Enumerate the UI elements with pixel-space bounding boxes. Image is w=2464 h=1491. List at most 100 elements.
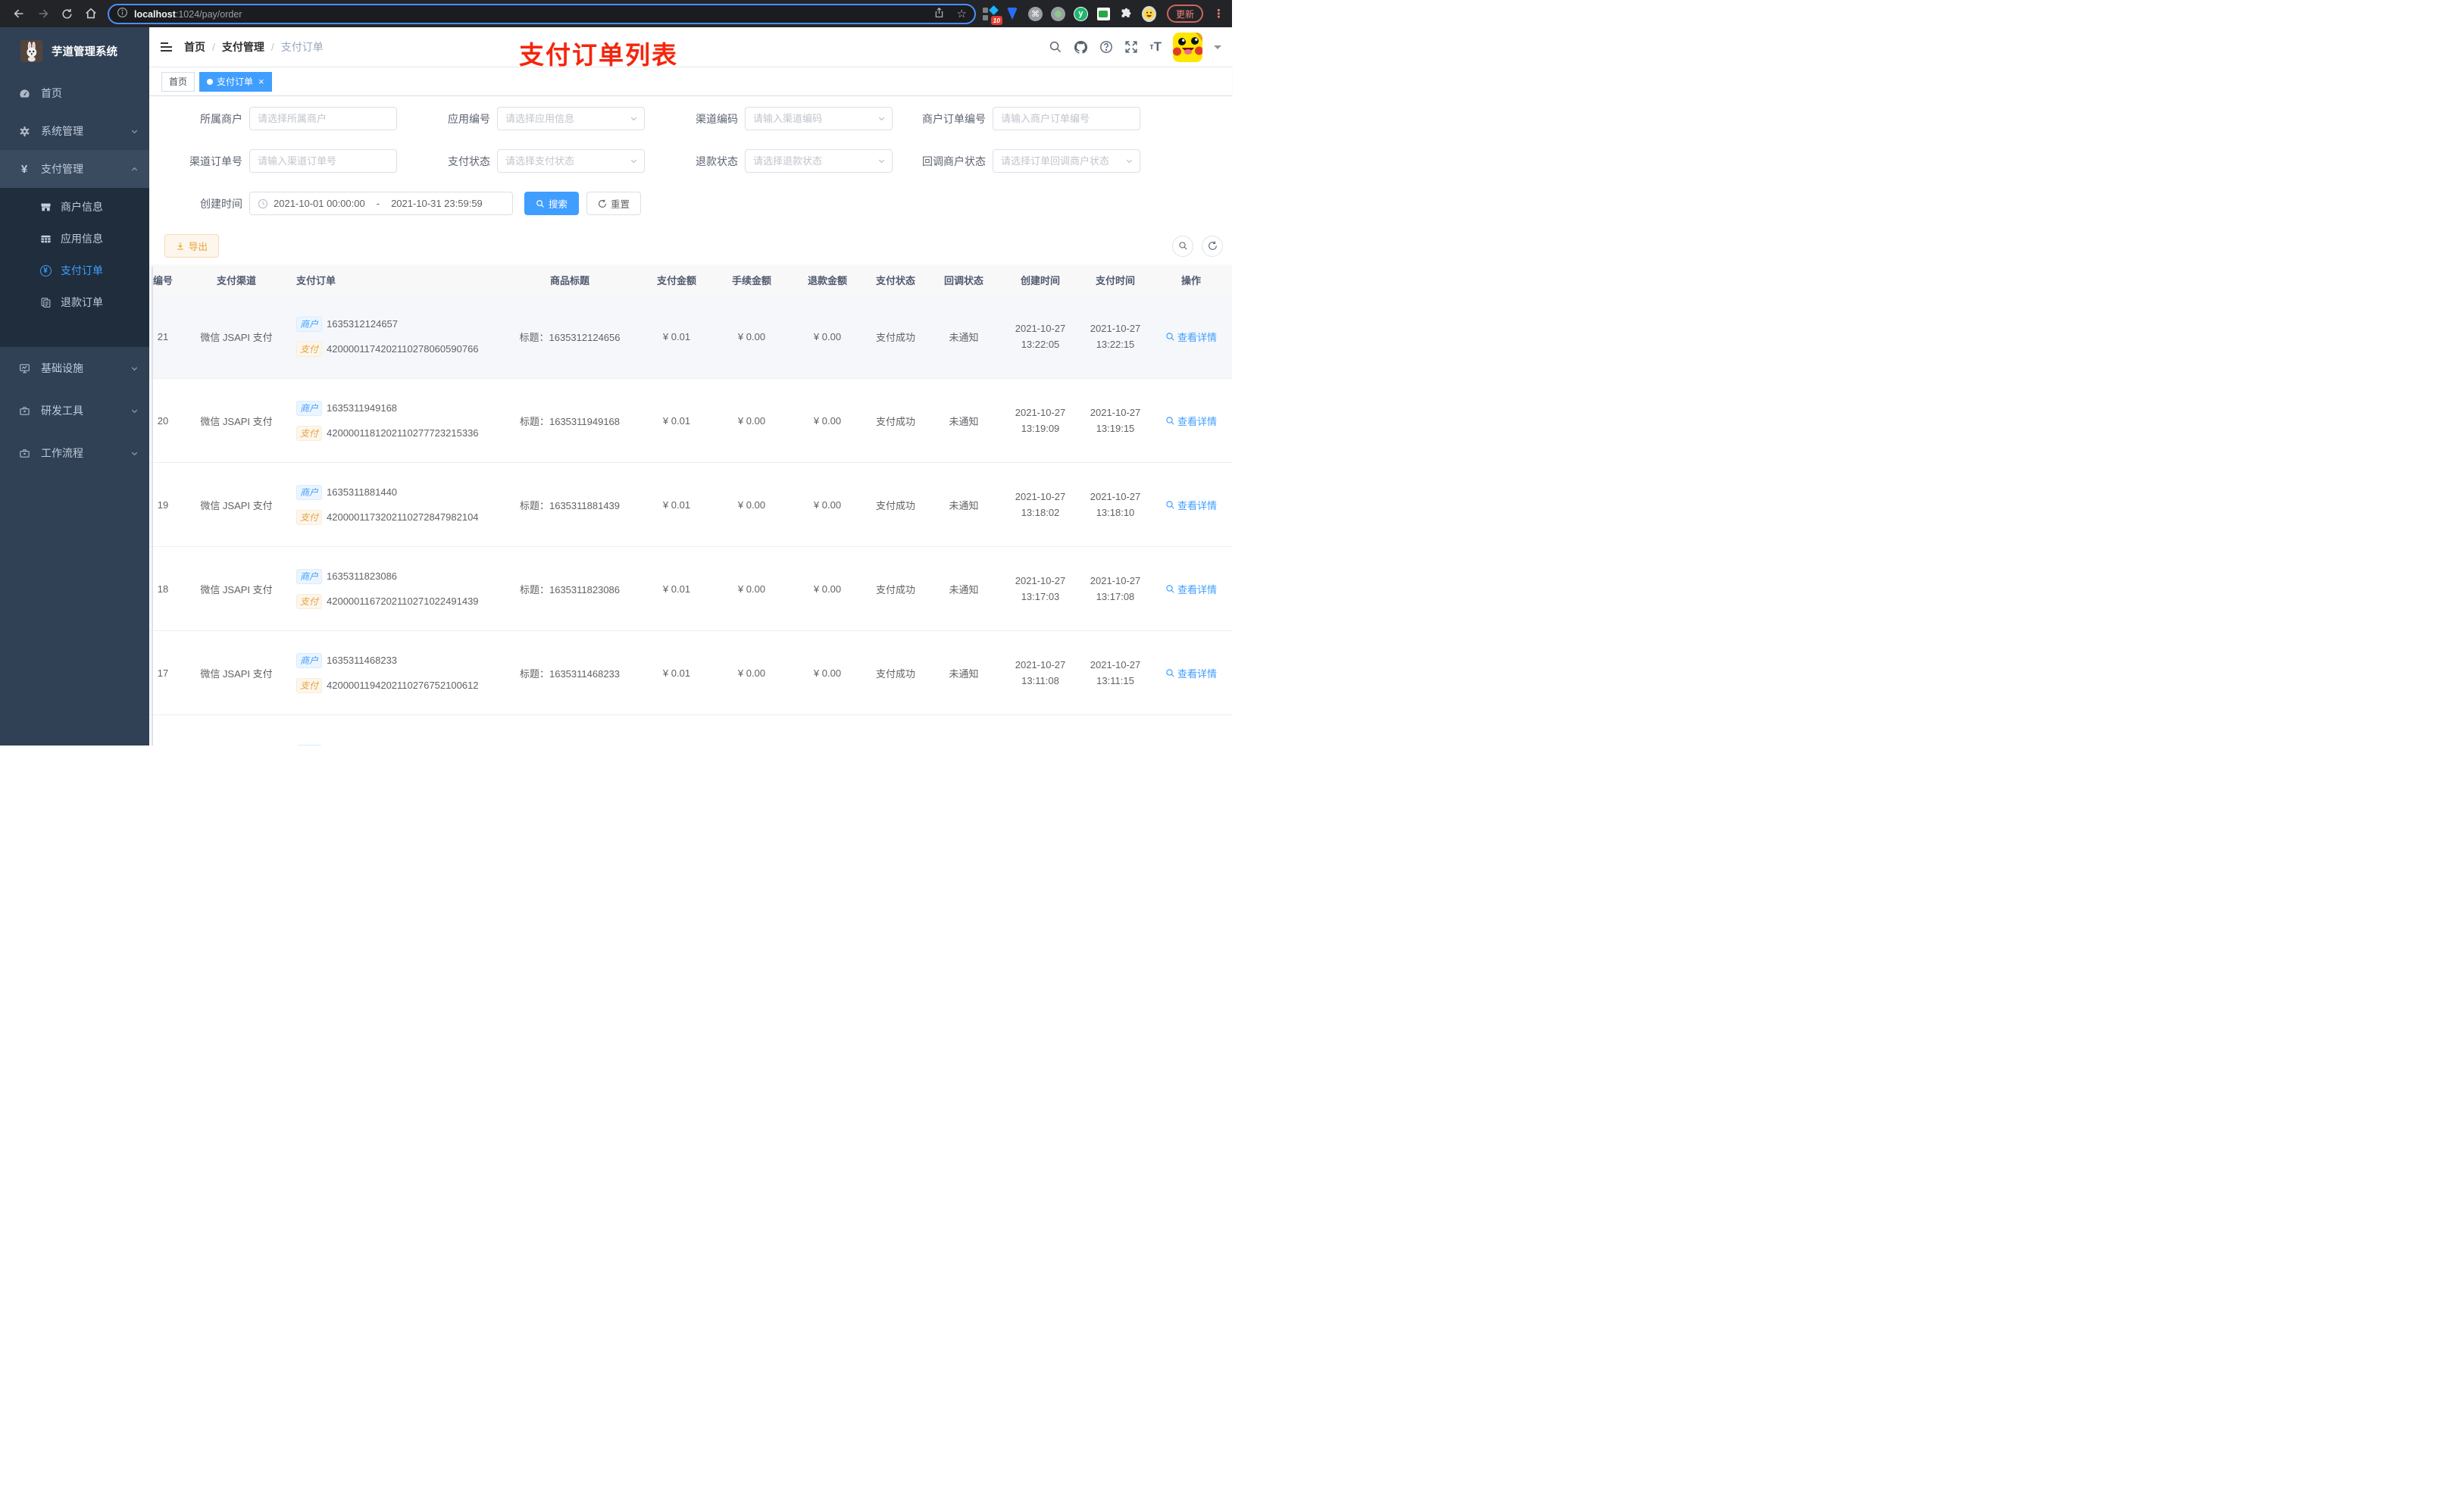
sidebar-item-home[interactable]: 首页	[0, 74, 149, 112]
channel-order-no-input[interactable]	[249, 149, 397, 173]
profile-emoji-icon[interactable]	[1141, 5, 1156, 22]
filter-row-1: 所属商户 应用编号 渠道编码 商户订单编号	[149, 107, 1232, 130]
view-detail-link[interactable]: 查看详情	[1165, 414, 1217, 428]
extensions-puzzle-icon[interactable]	[1119, 7, 1134, 21]
view-detail-link[interactable]: 查看详情	[1165, 582, 1217, 596]
col-amount: 支付金额	[656, 274, 696, 286]
tab-home[interactable]: 首页	[161, 71, 195, 92]
table-row: 商户1635311454796	[149, 715, 1232, 746]
extension-gem-icon[interactable]	[1005, 7, 1020, 21]
extension-badge-icon[interactable]: 10	[982, 5, 1002, 25]
cell-channel: 微信 JSAPI 支付	[200, 499, 273, 511]
extension-y-icon[interactable]: y	[1073, 6, 1088, 21]
filter-row-3: 创建时间 2021-10-01 00:00:00 - 2021-10-31 23…	[149, 192, 1232, 215]
sidebar-item-system[interactable]: 系统管理	[0, 112, 149, 150]
reset-button[interactable]: 重置	[586, 192, 642, 215]
col-refund: 退款金额	[807, 274, 847, 286]
browser-menu-icon[interactable]: ⋮	[1213, 7, 1224, 20]
channel-code-select[interactable]	[745, 107, 893, 130]
merchant-input[interactable]	[249, 107, 397, 130]
app-logo[interactable]: 芋道管理系统	[0, 27, 149, 74]
breadcrumb-home[interactable]: 首页	[184, 39, 205, 55]
tab-pay-order[interactable]: 支付订单 ×	[199, 71, 272, 92]
cell-fee: ¥ 0.00	[737, 583, 766, 595]
cell-amount: ¥ 0.01	[662, 583, 691, 595]
orders-table: 编号 支付渠道 支付订单 商品标题 支付金额 手续金额 退款金额 支付状态 回调…	[149, 264, 1232, 746]
extension-dot-icon[interactable]	[1050, 6, 1065, 21]
sidebar-item-pay-order[interactable]: ¥ 支付订单	[0, 255, 149, 286]
breadcrumb: 首页 / 支付管理 / 支付订单	[184, 39, 324, 55]
cell-fee: ¥ 0.00	[737, 414, 766, 427]
sidebar-item-label: 应用信息	[61, 233, 103, 245]
cell-notify: 未通知	[949, 583, 979, 595]
sidebar-item-app-info[interactable]: 应用信息	[0, 223, 149, 255]
help-icon[interactable]	[1099, 40, 1113, 54]
pay-order-no: 4200001173202110272847982104	[327, 511, 479, 523]
cell-id	[149, 715, 187, 746]
merchant-order-no-input[interactable]	[993, 107, 1140, 130]
view-detail-link[interactable]: 查看详情	[1165, 330, 1217, 344]
cell-id: 21	[157, 330, 169, 342]
date-separator: -	[376, 198, 380, 209]
toolbox-icon	[18, 405, 30, 417]
search-icon	[1166, 416, 1174, 425]
document-icon	[39, 296, 52, 308]
refund-status-select[interactable]	[745, 149, 893, 173]
url-text: localhost:1024/pay/order	[134, 8, 242, 20]
page-annotation-title: 支付订单列表	[519, 41, 678, 69]
browser-update-button[interactable]: 更新	[1166, 5, 1203, 23]
filter-merchant: 所属商户	[149, 107, 397, 130]
caret-down-icon[interactable]	[1214, 45, 1221, 53]
refresh-button[interactable]	[1202, 235, 1223, 257]
sidebar-item-dev-tools[interactable]: 研发工具	[0, 389, 149, 432]
close-icon[interactable]: ×	[258, 77, 264, 86]
app-title: 芋道管理系统	[52, 45, 117, 58]
breadcrumb-payment[interactable]: 支付管理	[222, 39, 264, 55]
search-icon[interactable]	[1049, 40, 1062, 54]
share-icon[interactable]	[933, 7, 945, 22]
forward-icon[interactable]	[36, 7, 50, 20]
sidebar-item-payment[interactable]: ¥ 支付管理	[0, 150, 149, 188]
sidebar-item-infrastructure[interactable]: 基础设施	[0, 347, 149, 389]
extension-command-icon[interactable]: ⌘	[1027, 6, 1043, 21]
col-title: 商品标题	[549, 274, 589, 286]
cell-refund: ¥ 0.00	[813, 667, 842, 679]
cell-id: 18	[157, 583, 169, 595]
extension-chat-icon[interactable]	[1096, 7, 1111, 21]
avatar[interactable]	[1173, 32, 1202, 62]
date-range-picker[interactable]: 2021-10-01 00:00:00 - 2021-10-31 23:59:5…	[249, 192, 513, 215]
sidebar-collapse-icon[interactable]	[161, 42, 172, 52]
sidebar-item-merchant-info[interactable]: 商户信息	[0, 191, 149, 223]
reload-icon[interactable]	[61, 8, 73, 20]
merchant-order-no: 1635311881440	[327, 486, 398, 498]
url-bar[interactable]: localhost:1024/pay/order ☆	[108, 4, 976, 24]
back-icon[interactable]	[12, 7, 26, 20]
search-icon	[1166, 332, 1174, 341]
cell-refund: ¥ 0.00	[813, 414, 842, 427]
bookmark-star-icon[interactable]: ☆	[957, 8, 967, 20]
notify-status-select[interactable]	[993, 149, 1140, 173]
chevron-up-icon	[131, 167, 138, 170]
fullscreen-icon[interactable]	[1124, 40, 1138, 54]
home-icon[interactable]	[84, 7, 98, 20]
cell-title: 标题：1635312124656	[519, 331, 621, 343]
logo-rabbit-image	[20, 39, 42, 62]
cell-id: 20	[157, 414, 169, 427]
cell-refund: ¥ 0.00	[813, 583, 842, 595]
search-button[interactable]: 搜索	[524, 192, 580, 215]
search-icon	[1166, 584, 1174, 593]
github-icon[interactable]	[1074, 40, 1088, 55]
view-detail-link[interactable]: 查看详情	[1165, 666, 1217, 680]
briefcase-icon	[18, 447, 30, 459]
sidebar-item-workflow[interactable]: 工作流程	[0, 432, 149, 474]
cell-amount: ¥ 0.01	[662, 330, 691, 342]
cell-channel: 微信 JSAPI 支付	[200, 667, 273, 680]
font-size-icon[interactable]: тT	[1149, 39, 1162, 55]
app-id-select[interactable]	[497, 107, 645, 130]
pay-status-select[interactable]	[497, 149, 645, 173]
export-button[interactable]: 导出	[164, 234, 220, 258]
view-detail-link[interactable]: 查看详情	[1165, 498, 1217, 512]
hide-search-button[interactable]	[1172, 235, 1193, 257]
info-icon[interactable]	[117, 7, 128, 22]
sidebar-item-refund-order[interactable]: 退款订单	[0, 286, 149, 318]
